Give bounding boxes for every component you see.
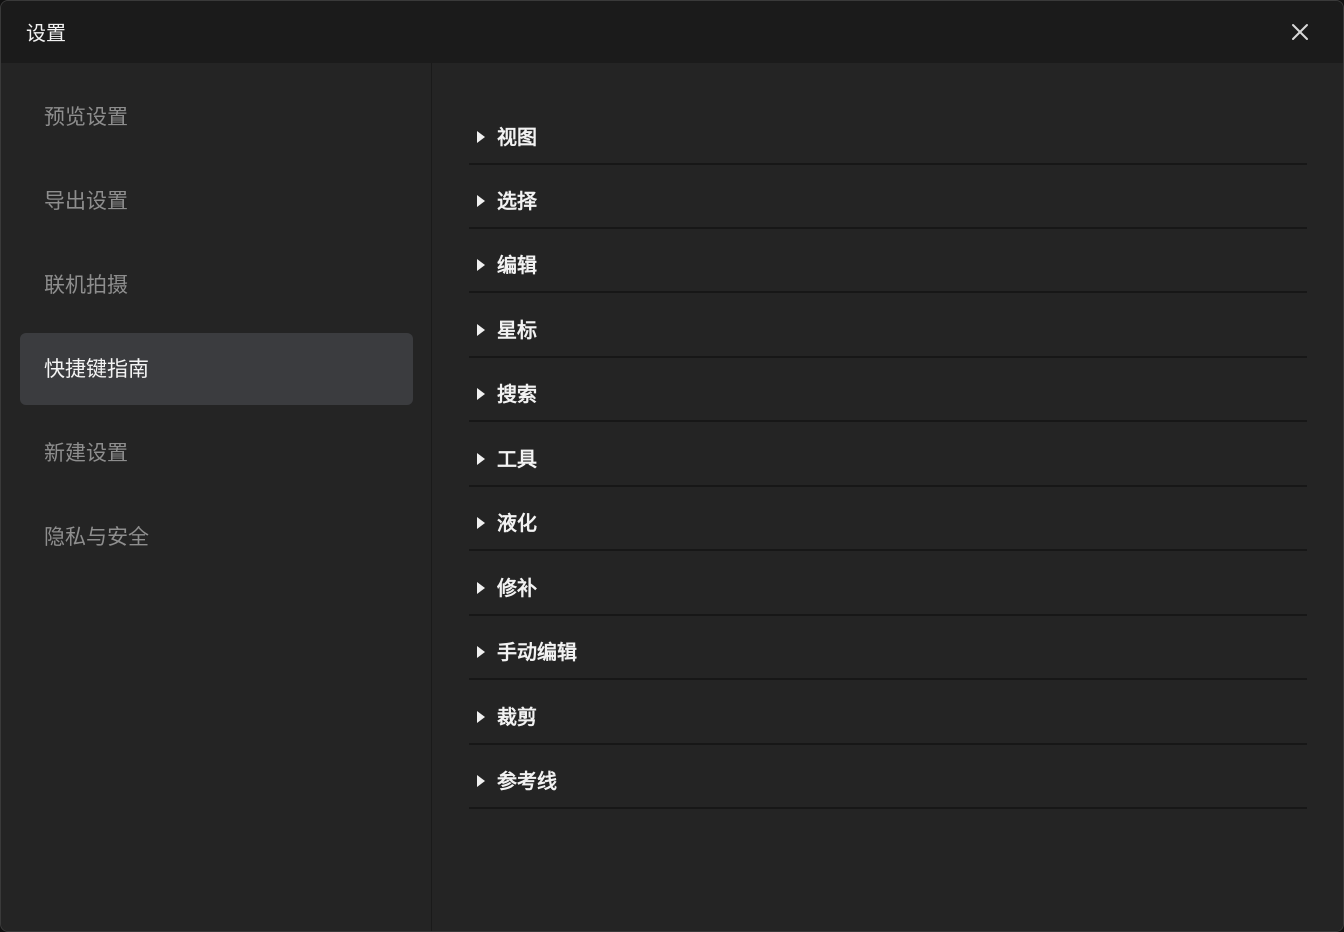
caret-right-icon bbox=[477, 131, 485, 143]
section-star[interactable]: 星标 bbox=[469, 292, 1307, 358]
section-label: 工具 bbox=[497, 447, 537, 471]
section-select[interactable]: 选择 bbox=[469, 163, 1307, 229]
section-label: 裁剪 bbox=[497, 705, 537, 729]
caret-right-icon bbox=[477, 195, 485, 207]
shortcut-sections-panel: 视图 选择 编辑 星标 搜索 工具 液化 修补 手动编辑 裁剪 参考线 bbox=[432, 63, 1343, 931]
section-view[interactable]: 视图 bbox=[469, 99, 1307, 165]
window-title: 设置 bbox=[26, 21, 66, 45]
close-icon bbox=[1292, 24, 1308, 40]
caret-right-icon bbox=[477, 711, 485, 723]
caret-right-icon bbox=[477, 453, 485, 465]
sidebar-item-label: 隐私与安全 bbox=[44, 525, 149, 549]
sidebar-item-label: 新建设置 bbox=[44, 441, 128, 465]
settings-window: 设置 预览设置 导出设置 联机拍摄 快捷键指南 新建设置 隐私与安全 视图 选择… bbox=[0, 0, 1344, 932]
section-manual-edit[interactable]: 手动编辑 bbox=[469, 614, 1307, 680]
section-patch[interactable]: 修补 bbox=[469, 550, 1307, 616]
sidebar-item-label: 联机拍摄 bbox=[44, 273, 128, 297]
title-bar: 设置 bbox=[1, 1, 1343, 63]
caret-right-icon bbox=[477, 775, 485, 787]
section-label: 搜索 bbox=[497, 382, 537, 406]
section-tools[interactable]: 工具 bbox=[469, 421, 1307, 487]
section-label: 修补 bbox=[497, 576, 537, 600]
sidebar-item-label: 导出设置 bbox=[44, 189, 128, 213]
caret-right-icon bbox=[477, 646, 485, 658]
section-label: 视图 bbox=[497, 125, 537, 149]
caret-right-icon bbox=[477, 324, 485, 336]
sidebar-item-export-settings[interactable]: 导出设置 bbox=[20, 165, 413, 237]
section-label: 编辑 bbox=[497, 253, 537, 277]
section-label: 液化 bbox=[497, 511, 537, 535]
caret-right-icon bbox=[477, 259, 485, 271]
caret-right-icon bbox=[477, 517, 485, 529]
caret-right-icon bbox=[477, 582, 485, 594]
close-button[interactable] bbox=[1285, 17, 1315, 47]
section-label: 参考线 bbox=[497, 769, 557, 793]
sidebar-item-label: 预览设置 bbox=[44, 105, 128, 129]
section-liquify[interactable]: 液化 bbox=[469, 485, 1307, 551]
sidebar-item-preview-settings[interactable]: 预览设置 bbox=[20, 81, 413, 153]
sidebar-item-shortcut-guide[interactable]: 快捷键指南 bbox=[20, 333, 413, 405]
sidebar-item-tethered-shooting[interactable]: 联机拍摄 bbox=[20, 249, 413, 321]
section-label: 选择 bbox=[497, 189, 537, 213]
section-label: 星标 bbox=[497, 318, 537, 342]
sidebar-item-privacy-security[interactable]: 隐私与安全 bbox=[20, 501, 413, 573]
section-guides[interactable]: 参考线 bbox=[469, 743, 1307, 809]
section-label: 手动编辑 bbox=[497, 640, 577, 664]
sidebar-item-new-settings[interactable]: 新建设置 bbox=[20, 417, 413, 489]
section-search[interactable]: 搜索 bbox=[469, 356, 1307, 422]
section-edit[interactable]: 编辑 bbox=[469, 227, 1307, 293]
caret-right-icon bbox=[477, 388, 485, 400]
sidebar: 预览设置 导出设置 联机拍摄 快捷键指南 新建设置 隐私与安全 bbox=[1, 63, 431, 931]
sidebar-item-label: 快捷键指南 bbox=[44, 357, 149, 381]
section-crop[interactable]: 裁剪 bbox=[469, 679, 1307, 745]
